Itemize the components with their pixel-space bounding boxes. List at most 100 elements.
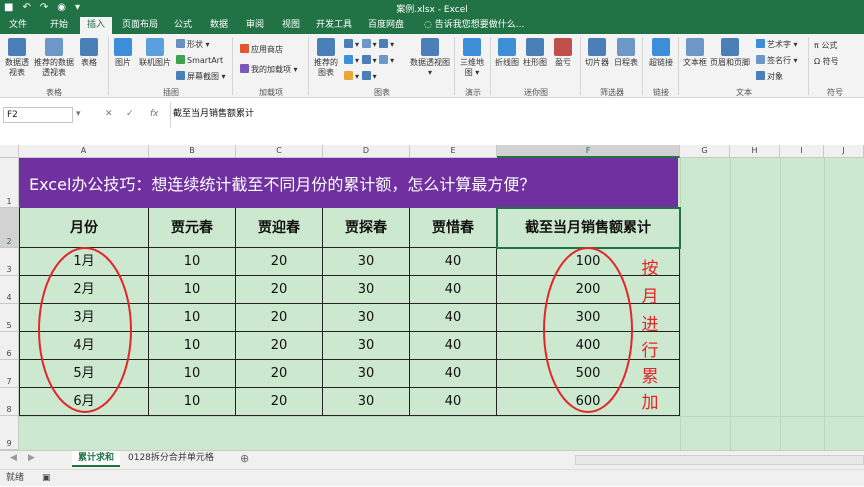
object-button[interactable]: 对象 bbox=[756, 71, 783, 82]
table-cell-yingchun[interactable]: 20 bbox=[236, 360, 323, 388]
textbox-button[interactable]: 文本框 bbox=[682, 38, 708, 68]
table-cell-month[interactable]: 1月 bbox=[19, 248, 149, 276]
table-cell-tanchun[interactable]: 30 bbox=[323, 360, 410, 388]
table-cell-xichun[interactable]: 40 bbox=[410, 276, 497, 304]
signature-line-button[interactable]: 签名行 ▾ bbox=[756, 55, 798, 66]
header-cell-yingchun[interactable]: 贾迎春 bbox=[236, 208, 323, 248]
row-header-4[interactable]: 4 bbox=[0, 276, 19, 304]
slicer-button[interactable]: 切片器 bbox=[584, 38, 610, 68]
3d-map-button[interactable]: 三维地图 ▾ bbox=[458, 38, 486, 78]
enter-icon[interactable]: ✓ bbox=[126, 109, 134, 119]
row-header-3[interactable]: 3 bbox=[0, 248, 19, 276]
wordart-button[interactable]: 艺术字 ▾ bbox=[756, 39, 798, 50]
table-cell-xichun[interactable]: 40 bbox=[410, 332, 497, 360]
column-header-e[interactable]: E bbox=[410, 145, 497, 158]
online-picture-button[interactable]: 联机图片 bbox=[136, 38, 174, 68]
column-header-b[interactable]: B bbox=[149, 145, 236, 158]
tab-developer[interactable]: 开发工具 bbox=[312, 17, 356, 34]
table-cell-xichun[interactable]: 40 bbox=[410, 304, 497, 332]
table-cell-xichun[interactable]: 40 bbox=[410, 248, 497, 276]
table-cell-month[interactable]: 3月 bbox=[19, 304, 149, 332]
tab-insert[interactable]: 插入 bbox=[80, 17, 112, 34]
line-chart-dropdown[interactable]: ▾ ▾ ▾ bbox=[344, 55, 394, 66]
table-cell-yingchun[interactable]: 20 bbox=[236, 248, 323, 276]
header-cell-yuanchun[interactable]: 贾元春 bbox=[149, 208, 236, 248]
table-cell-yingchun[interactable]: 20 bbox=[236, 276, 323, 304]
scroll-right-icon[interactable]: ▶ bbox=[28, 453, 35, 463]
name-box-dropdown-icon[interactable]: ▾ bbox=[76, 109, 81, 119]
column-header-f[interactable]: F bbox=[497, 145, 680, 158]
table-cell-xichun[interactable]: 40 bbox=[410, 388, 497, 416]
row-header-7[interactable]: 7 bbox=[0, 360, 19, 388]
header-cell-xichun[interactable]: 贾惜春 bbox=[410, 208, 497, 248]
column-header-h[interactable]: H bbox=[730, 145, 780, 158]
row-header-6[interactable]: 6 bbox=[0, 332, 19, 360]
sparkline-winloss-button[interactable]: 盈亏 bbox=[550, 38, 576, 68]
tab-view[interactable]: 视图 bbox=[276, 17, 306, 34]
hyperlink-button[interactable]: 超链接 bbox=[646, 38, 676, 68]
shapes-button[interactable]: 形状 ▾ bbox=[176, 39, 210, 50]
tab-baidu-netdisk[interactable]: 百度网盘 bbox=[362, 17, 410, 34]
table-cell-tanchun[interactable]: 30 bbox=[323, 332, 410, 360]
equation-button[interactable]: π 公式 bbox=[814, 41, 837, 51]
column-header-a[interactable]: A bbox=[19, 145, 149, 158]
table-cell-yuanchun[interactable]: 10 bbox=[149, 388, 236, 416]
column-header-g[interactable]: G bbox=[680, 145, 730, 158]
row-header-2[interactable]: 2 bbox=[0, 208, 19, 248]
tab-data[interactable]: 数据 bbox=[204, 17, 234, 34]
timeline-button[interactable]: 日程表 bbox=[612, 38, 640, 68]
symbol-button[interactable]: Ω 符号 bbox=[814, 57, 839, 67]
table-cell-tanchun[interactable]: 30 bbox=[323, 304, 410, 332]
tab-page-layout[interactable]: 页面布局 bbox=[118, 17, 162, 34]
table-cell-yuanchun[interactable]: 10 bbox=[149, 276, 236, 304]
column-header-i[interactable]: I bbox=[780, 145, 824, 158]
row-header-9[interactable]: 9 bbox=[0, 416, 19, 450]
table-cell-yingchun[interactable]: 20 bbox=[236, 388, 323, 416]
sparkline-line-button[interactable]: 折线图 bbox=[494, 38, 520, 68]
name-box[interactable]: F2 bbox=[3, 107, 73, 123]
header-cell-cumulative[interactable]: 截至当月销售额累计 bbox=[497, 208, 680, 248]
sheet-tab-cumulative-sum[interactable]: 累计求和 bbox=[72, 451, 121, 467]
row-header-5[interactable]: 5 bbox=[0, 304, 19, 332]
tab-formulas[interactable]: 公式 bbox=[168, 17, 198, 34]
table-button[interactable]: 表格 bbox=[78, 38, 100, 68]
tab-file[interactable]: 文件 bbox=[4, 17, 32, 34]
add-sheet-icon[interactable]: ⊕ bbox=[240, 452, 249, 465]
table-cell-tanchun[interactable]: 30 bbox=[323, 388, 410, 416]
formula-input[interactable]: 截至当月销售额累计 bbox=[173, 106, 254, 119]
column-chart-dropdown[interactable]: ▾ ▾ ▾ bbox=[344, 39, 394, 50]
picture-button[interactable]: 图片 bbox=[112, 38, 134, 68]
horizontal-scrollbar[interactable] bbox=[575, 455, 864, 465]
table-cell-yuanchun[interactable]: 10 bbox=[149, 332, 236, 360]
sheet-tab-split-merge[interactable]: 0128拆分合并单元格 bbox=[122, 451, 220, 467]
title-banner[interactable]: Excel办公技巧：想连续统计截至不同月份的累计额，怎么计算最方便？ bbox=[19, 158, 678, 208]
header-footer-button[interactable]: 页眉和页脚 bbox=[708, 38, 752, 68]
table-cell-yingchun[interactable]: 20 bbox=[236, 332, 323, 360]
pie-chart-dropdown[interactable]: ▾ ▾ bbox=[344, 71, 377, 82]
table-cell-month[interactable]: 2月 bbox=[19, 276, 149, 304]
scroll-left-icon[interactable]: ◀ bbox=[10, 453, 17, 463]
sparkline-column-button[interactable]: 柱形图 bbox=[522, 38, 548, 68]
cancel-icon[interactable]: ✕ bbox=[105, 109, 113, 119]
table-cell-tanchun[interactable]: 30 bbox=[323, 276, 410, 304]
smartart-button[interactable]: SmartArt bbox=[176, 55, 223, 66]
header-cell-tanchun[interactable]: 贾探春 bbox=[323, 208, 410, 248]
pivot-chart-button[interactable]: 数据透视图 ▾ bbox=[408, 38, 452, 78]
screenshot-button[interactable]: 屏幕截图 ▾ bbox=[176, 71, 226, 82]
column-header-d[interactable]: D bbox=[323, 145, 410, 158]
tell-me-box[interactable]: ◌ 告诉我您想要做什么... bbox=[424, 17, 524, 34]
table-cell-yingchun[interactable]: 20 bbox=[236, 304, 323, 332]
insert-function-button[interactable]: fx bbox=[150, 109, 159, 119]
macro-record-icon[interactable]: ▣ bbox=[42, 470, 51, 487]
row-header-1[interactable]: 1 bbox=[0, 158, 19, 208]
header-cell-month[interactable]: 月份 bbox=[19, 208, 149, 248]
tab-review[interactable]: 审阅 bbox=[240, 17, 270, 34]
table-cell-xichun[interactable]: 40 bbox=[410, 360, 497, 388]
table-cell-month[interactable]: 5月 bbox=[19, 360, 149, 388]
tab-home[interactable]: 开始 bbox=[44, 17, 74, 34]
column-header-j[interactable]: J bbox=[824, 145, 864, 158]
table-cell-yuanchun[interactable]: 10 bbox=[149, 304, 236, 332]
table-cell-yuanchun[interactable]: 10 bbox=[149, 360, 236, 388]
recommended-pivot-button[interactable]: 推荐的数据透视表 bbox=[32, 38, 76, 78]
row-header-8[interactable]: 8 bbox=[0, 388, 19, 416]
